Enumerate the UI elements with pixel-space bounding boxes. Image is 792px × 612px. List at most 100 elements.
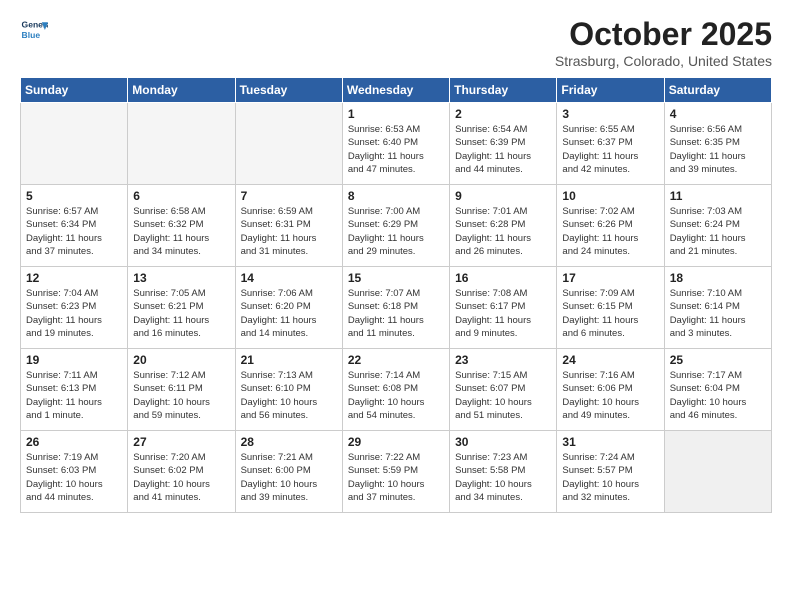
day-number: 29 xyxy=(348,435,444,449)
day-number: 2 xyxy=(455,107,551,121)
day-number: 3 xyxy=(562,107,658,121)
header: General Blue October 2025 Strasburg, Col… xyxy=(20,16,772,69)
day-number: 16 xyxy=(455,271,551,285)
day-number: 11 xyxy=(670,189,766,203)
logo-icon: General Blue xyxy=(20,16,48,44)
calendar-table: SundayMondayTuesdayWednesdayThursdayFrid… xyxy=(20,77,772,513)
day-number: 26 xyxy=(26,435,122,449)
day-number: 28 xyxy=(241,435,337,449)
day-number: 8 xyxy=(348,189,444,203)
calendar-cell: 9Sunrise: 7:01 AM Sunset: 6:28 PM Daylig… xyxy=(450,185,557,267)
day-info: Sunrise: 7:14 AM Sunset: 6:08 PM Dayligh… xyxy=(348,369,444,422)
day-number: 17 xyxy=(562,271,658,285)
day-info: Sunrise: 7:22 AM Sunset: 5:59 PM Dayligh… xyxy=(348,451,444,504)
day-number: 18 xyxy=(670,271,766,285)
calendar-cell xyxy=(664,431,771,513)
calendar-cell: 19 Sunrise: 7:11 AM Sunset: 6:13 PM Dayli… xyxy=(21,349,128,431)
day-number: 27 xyxy=(133,435,229,449)
calendar-cell: 4Sunrise: 6:56 AM Sunset: 6:35 PM Daylig… xyxy=(664,103,771,185)
day-info: Sunrise: 6:55 AM Sunset: 6:37 PM Dayligh… xyxy=(562,123,658,176)
day-number: 19 xyxy=(26,353,122,367)
calendar-cell: 6 Sunrise: 6:58 AM Sunset: 6:32 PM Daylig… xyxy=(128,185,235,267)
calendar-cell: 22 Sunrise: 7:14 AM Sunset: 6:08 PM Dayli… xyxy=(342,349,449,431)
weekday-header-sunday: Sunday xyxy=(21,78,128,103)
calendar-cell: 1 Sunrise: 6:53 AM Sunset: 6:40 PM Daylig… xyxy=(342,103,449,185)
week-row-2: 5Sunrise: 6:57 AM Sunset: 6:34 PM Daylig… xyxy=(21,185,772,267)
calendar-cell: 29 Sunrise: 7:22 AM Sunset: 5:59 PM Dayli… xyxy=(342,431,449,513)
day-info: Sunrise: 7:04 AM Sunset: 6:23 PM Dayligh… xyxy=(26,287,122,340)
day-number: 20 xyxy=(133,353,229,367)
day-number: 24 xyxy=(562,353,658,367)
day-info: Sunrise: 7:11 AM Sunset: 6:13 PM Dayligh… xyxy=(26,369,122,422)
logo: General Blue xyxy=(20,16,48,44)
day-info: Sunrise: 7:08 AM Sunset: 6:17 PM Dayligh… xyxy=(455,287,551,340)
calendar-cell: 25 Sunrise: 7:17 AM Sunset: 6:04 PM Dayli… xyxy=(664,349,771,431)
day-info: Sunrise: 6:53 AM Sunset: 6:40 PM Dayligh… xyxy=(348,123,444,176)
svg-text:Blue: Blue xyxy=(22,30,41,40)
week-row-5: 26 Sunrise: 7:19 AM Sunset: 6:03 PM Dayli… xyxy=(21,431,772,513)
calendar-cell xyxy=(235,103,342,185)
day-info: Sunrise: 7:13 AM Sunset: 6:10 PM Dayligh… xyxy=(241,369,337,422)
week-row-4: 19 Sunrise: 7:11 AM Sunset: 6:13 PM Dayli… xyxy=(21,349,772,431)
day-info: Sunrise: 7:17 AM Sunset: 6:04 PM Dayligh… xyxy=(670,369,766,422)
day-info: Sunrise: 6:56 AM Sunset: 6:35 PM Dayligh… xyxy=(670,123,766,176)
weekday-header-tuesday: Tuesday xyxy=(235,78,342,103)
day-number: 1 xyxy=(348,107,444,121)
calendar-cell: 11Sunrise: 7:03 AM Sunset: 6:24 PM Dayli… xyxy=(664,185,771,267)
weekday-header-saturday: Saturday xyxy=(664,78,771,103)
day-info: Sunrise: 7:12 AM Sunset: 6:11 PM Dayligh… xyxy=(133,369,229,422)
day-number: 9 xyxy=(455,189,551,203)
day-number: 30 xyxy=(455,435,551,449)
day-info: Sunrise: 7:19 AM Sunset: 6:03 PM Dayligh… xyxy=(26,451,122,504)
calendar-cell: 26 Sunrise: 7:19 AM Sunset: 6:03 PM Dayli… xyxy=(21,431,128,513)
day-info: Sunrise: 6:59 AM Sunset: 6:31 PM Dayligh… xyxy=(241,205,337,258)
weekday-header-wednesday: Wednesday xyxy=(342,78,449,103)
day-info: Sunrise: 7:07 AM Sunset: 6:18 PM Dayligh… xyxy=(348,287,444,340)
weekday-header-monday: Monday xyxy=(128,78,235,103)
calendar-cell: 8 Sunrise: 7:00 AM Sunset: 6:29 PM Daylig… xyxy=(342,185,449,267)
day-number: 7 xyxy=(241,189,337,203)
day-info: Sunrise: 7:23 AM Sunset: 5:58 PM Dayligh… xyxy=(455,451,551,504)
day-number: 5 xyxy=(26,189,122,203)
calendar-cell: 27 Sunrise: 7:20 AM Sunset: 6:02 PM Dayli… xyxy=(128,431,235,513)
calendar-cell: 31Sunrise: 7:24 AM Sunset: 5:57 PM Dayli… xyxy=(557,431,664,513)
page-container: General Blue October 2025 Strasburg, Col… xyxy=(0,0,792,523)
day-number: 12 xyxy=(26,271,122,285)
week-row-1: 1 Sunrise: 6:53 AM Sunset: 6:40 PM Daylig… xyxy=(21,103,772,185)
calendar-cell: 20 Sunrise: 7:12 AM Sunset: 6:11 PM Dayli… xyxy=(128,349,235,431)
day-info: Sunrise: 7:20 AM Sunset: 6:02 PM Dayligh… xyxy=(133,451,229,504)
calendar-cell: 5Sunrise: 6:57 AM Sunset: 6:34 PM Daylig… xyxy=(21,185,128,267)
day-info: Sunrise: 7:02 AM Sunset: 6:26 PM Dayligh… xyxy=(562,205,658,258)
day-number: 15 xyxy=(348,271,444,285)
calendar-cell: 14Sunrise: 7:06 AM Sunset: 6:20 PM Dayli… xyxy=(235,267,342,349)
day-info: Sunrise: 6:54 AM Sunset: 6:39 PM Dayligh… xyxy=(455,123,551,176)
day-info: Sunrise: 7:10 AM Sunset: 6:14 PM Dayligh… xyxy=(670,287,766,340)
calendar-cell: 16 Sunrise: 7:08 AM Sunset: 6:17 PM Dayli… xyxy=(450,267,557,349)
day-info: Sunrise: 7:06 AM Sunset: 6:20 PM Dayligh… xyxy=(241,287,337,340)
day-info: Sunrise: 7:05 AM Sunset: 6:21 PM Dayligh… xyxy=(133,287,229,340)
calendar-cell: 17 Sunrise: 7:09 AM Sunset: 6:15 PM Dayli… xyxy=(557,267,664,349)
day-info: Sunrise: 7:00 AM Sunset: 6:29 PM Dayligh… xyxy=(348,205,444,258)
day-number: 25 xyxy=(670,353,766,367)
calendar-cell: 28 Sunrise: 7:21 AM Sunset: 6:00 PM Dayli… xyxy=(235,431,342,513)
calendar-cell xyxy=(21,103,128,185)
calendar-cell: 2 Sunrise: 6:54 AM Sunset: 6:39 PM Daylig… xyxy=(450,103,557,185)
day-info: Sunrise: 7:09 AM Sunset: 6:15 PM Dayligh… xyxy=(562,287,658,340)
day-number: 23 xyxy=(455,353,551,367)
calendar-cell xyxy=(128,103,235,185)
calendar-cell: 7 Sunrise: 6:59 AM Sunset: 6:31 PM Daylig… xyxy=(235,185,342,267)
calendar-cell: 30 Sunrise: 7:23 AM Sunset: 5:58 PM Dayli… xyxy=(450,431,557,513)
calendar-cell: 18 Sunrise: 7:10 AM Sunset: 6:14 PM Dayli… xyxy=(664,267,771,349)
day-info: Sunrise: 7:21 AM Sunset: 6:00 PM Dayligh… xyxy=(241,451,337,504)
calendar-cell: 12 Sunrise: 7:04 AM Sunset: 6:23 PM Dayli… xyxy=(21,267,128,349)
day-number: 31 xyxy=(562,435,658,449)
calendar-cell: 21Sunrise: 7:13 AM Sunset: 6:10 PM Dayli… xyxy=(235,349,342,431)
day-info: Sunrise: 7:16 AM Sunset: 6:06 PM Dayligh… xyxy=(562,369,658,422)
calendar-cell: 15 Sunrise: 7:07 AM Sunset: 6:18 PM Dayli… xyxy=(342,267,449,349)
day-number: 22 xyxy=(348,353,444,367)
calendar-cell: 13Sunrise: 7:05 AM Sunset: 6:21 PM Dayli… xyxy=(128,267,235,349)
day-info: Sunrise: 6:58 AM Sunset: 6:32 PM Dayligh… xyxy=(133,205,229,258)
calendar-cell: 10Sunrise: 7:02 AM Sunset: 6:26 PM Dayli… xyxy=(557,185,664,267)
calendar-cell: 23Sunrise: 7:15 AM Sunset: 6:07 PM Dayli… xyxy=(450,349,557,431)
day-number: 6 xyxy=(133,189,229,203)
